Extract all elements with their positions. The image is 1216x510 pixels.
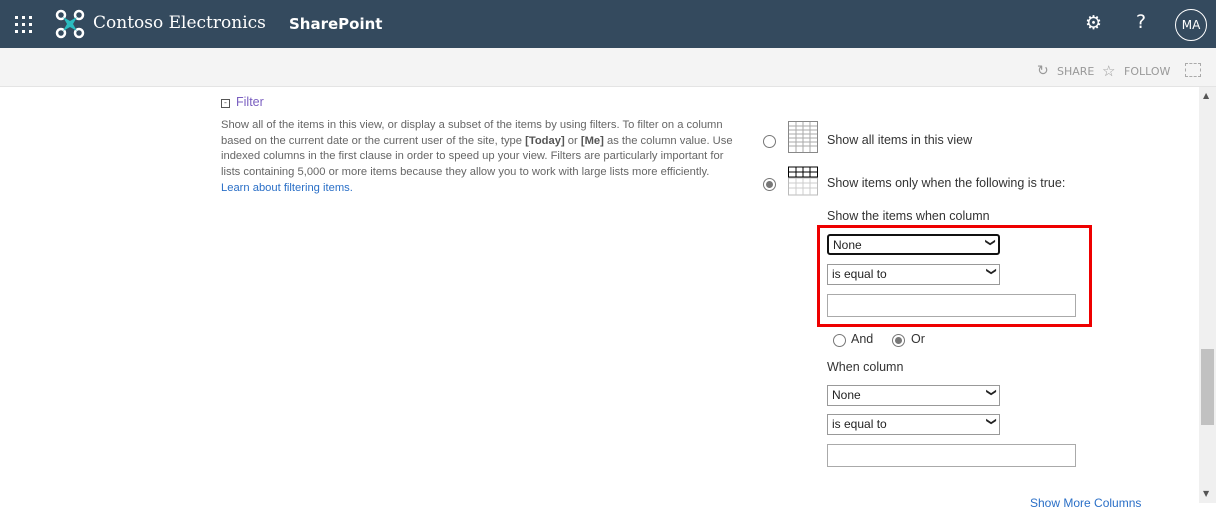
clause1-column-select[interactable]: None ❯	[827, 234, 1000, 255]
avatar[interactable]: MA	[1175, 9, 1207, 41]
app-launcher-icon[interactable]	[15, 16, 32, 33]
app-name[interactable]: SharePoint	[289, 15, 382, 33]
clause1-value-input[interactable]	[827, 294, 1076, 317]
collapse-icon[interactable]: -	[221, 99, 230, 108]
scroll-down-arrow-icon[interactable]: ▼	[1203, 489, 1209, 498]
command-bar	[0, 48, 1216, 87]
clause2-value-input[interactable]	[827, 444, 1076, 467]
scroll-up-arrow-icon[interactable]: ▲	[1203, 91, 1209, 100]
show-filtered-label: Show items only when the following is tr…	[827, 176, 1066, 190]
all-items-table-icon	[788, 121, 818, 153]
filtered-items-table-icon	[788, 166, 818, 196]
scrollbar[interactable]: ▲ ▼	[1199, 87, 1216, 503]
or-radio[interactable]	[892, 334, 905, 347]
clause2-operator-select[interactable]: is equal to ❯	[827, 414, 1000, 435]
and-radio[interactable]	[833, 334, 846, 347]
and-label: And	[851, 332, 874, 346]
contoso-logo-icon	[55, 9, 85, 39]
or-label: Or	[911, 332, 925, 346]
focus-mode-icon[interactable]	[1185, 63, 1201, 77]
show-more-columns-link[interactable]: Show More Columns	[1030, 496, 1141, 510]
clause1-operator-select[interactable]: is equal to ❯	[827, 264, 1000, 285]
scrollbar-thumb[interactable]	[1201, 349, 1214, 425]
clause1-label: Show the items when column	[827, 209, 990, 223]
settings-gear-icon[interactable]: ⚙	[1085, 12, 1102, 34]
follow-star-icon[interactable]: ☆	[1102, 62, 1115, 80]
follow-button[interactable]: FOLLOW	[1124, 65, 1170, 78]
filter-section-title[interactable]: Filter	[236, 95, 264, 109]
show-all-radio[interactable]	[763, 135, 776, 148]
learn-filtering-link[interactable]: Learn about filtering items.	[221, 182, 353, 194]
share-icon[interactable]: ↻	[1037, 63, 1049, 79]
share-button[interactable]: SHARE	[1057, 65, 1094, 78]
filter-description: Show all of the items in this view, or d…	[221, 119, 733, 194]
help-icon[interactable]: ?	[1136, 11, 1146, 33]
show-all-label: Show all items in this view	[827, 133, 973, 147]
show-filtered-radio[interactable]	[763, 178, 776, 191]
clause2-label: When column	[827, 360, 904, 374]
brand-name[interactable]: Contoso Electronics	[93, 13, 266, 33]
suite-header: Contoso Electronics SharePoint ⚙ ? MA	[0, 0, 1216, 48]
clause2-column-select[interactable]: None ❯	[827, 385, 1000, 406]
